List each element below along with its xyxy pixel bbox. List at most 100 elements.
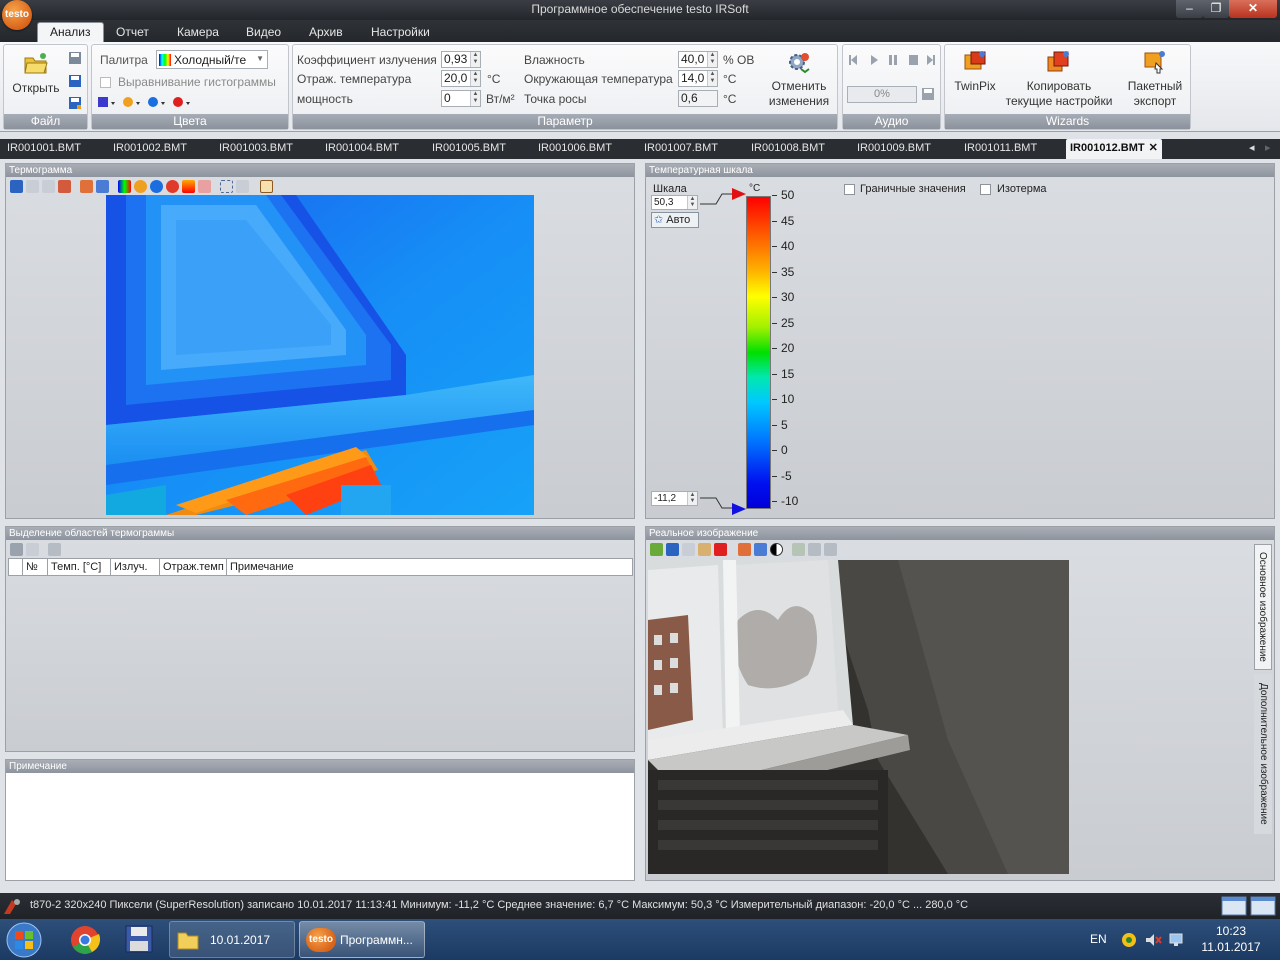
refl-temp-input[interactable]: 20,0 ▲ ▼ — [441, 70, 481, 87]
cold-spot-icon[interactable] — [150, 180, 163, 193]
point-icon[interactable] — [166, 180, 179, 193]
col-temperature[interactable]: Темп. [°C] — [48, 559, 111, 575]
note-textarea[interactable] — [8, 775, 632, 878]
histogram-checkbox[interactable] — [100, 77, 111, 88]
hot-spot-icon[interactable] — [134, 180, 147, 193]
spin-arrows-icon[interactable]: ▲ ▼ — [470, 71, 480, 86]
close-tab-icon[interactable]: ✕ — [1149, 142, 1158, 154]
isotherm-checkbox[interactable] — [980, 184, 991, 195]
save-icon[interactable] — [68, 51, 82, 65]
color-tools-icons[interactable] — [96, 95, 204, 109]
twinpix-button[interactable]: TwinPix — [949, 49, 1001, 94]
ambient-input[interactable]: 14,0 ▲ ▼ — [678, 70, 718, 87]
zoom-out-icon[interactable] — [808, 543, 821, 556]
file-tab[interactable]: IR001002.BMT — [113, 139, 187, 159]
audio-controls-icons[interactable] — [847, 53, 937, 67]
update-icon[interactable] — [1120, 931, 1138, 949]
file-tab[interactable]: IR001004.BMT — [325, 139, 399, 159]
marker-icon[interactable] — [738, 543, 751, 556]
tab-extra-image[interactable]: Дополнительное изображение — [1254, 674, 1272, 834]
scale-min-input[interactable]: -11,2 ▲ ▼ — [651, 491, 698, 506]
spin-arrows-icon[interactable]: ▲ ▼ — [470, 52, 480, 67]
col-note[interactable]: Примечание — [227, 559, 632, 575]
zoom-in-icon[interactable] — [792, 543, 805, 556]
undo-changes-button[interactable]: Отменить изменения — [763, 49, 835, 109]
profile-icon[interactable] — [198, 180, 211, 193]
delete-icon[interactable] — [48, 543, 61, 556]
col-emissivity[interactable]: Излуч. — [111, 559, 160, 575]
tab-video[interactable]: Видео — [234, 24, 293, 42]
col-refl-temp[interactable]: Отраж.темп — [160, 559, 227, 575]
limits-checkbox[interactable] — [844, 184, 855, 195]
file-tab-active[interactable]: IR001012.BMT ✕ — [1066, 139, 1162, 159]
spin-arrows-icon[interactable]: ▲ ▼ — [707, 52, 717, 67]
file-tab[interactable]: IR001006.BMT — [538, 139, 612, 159]
file-tab[interactable]: IR001003.BMT — [219, 139, 293, 159]
emissivity-input[interactable]: 0,93 ▲ ▼ — [441, 51, 481, 68]
batch-export-button[interactable]: Пакетный экспорт — [1121, 49, 1189, 109]
copy-icon[interactable] — [26, 543, 39, 556]
file-tab[interactable]: IR001005.BMT — [432, 139, 506, 159]
volume-muted-icon[interactable] — [1144, 931, 1162, 949]
spin-arrows-icon[interactable]: ▲ ▼ — [707, 71, 717, 86]
humidity-input[interactable]: 40,0 ▲ ▼ — [678, 51, 718, 68]
real-photo[interactable] — [648, 560, 1069, 874]
grid-icon[interactable] — [260, 180, 273, 193]
save-icon[interactable] — [666, 543, 679, 556]
save-all-icon[interactable] — [68, 96, 82, 110]
save-icon[interactable] — [10, 543, 23, 556]
spin-arrows-icon[interactable]: ▲ ▼ — [687, 196, 697, 209]
delete-icon[interactable] — [714, 543, 727, 556]
area-icon[interactable] — [754, 543, 767, 556]
file-tab[interactable]: IR001007.BMT — [644, 139, 718, 159]
start-button-icon[interactable] — [4, 920, 44, 960]
window-layout-icon[interactable] — [1221, 895, 1247, 917]
tab-camera[interactable]: Камера — [165, 24, 231, 42]
print-icon[interactable] — [42, 180, 55, 193]
fit-icon[interactable] — [824, 543, 837, 556]
close-button[interactable]: ✕ — [1229, 0, 1277, 18]
spin-arrows-icon[interactable]: ▲ ▼ — [470, 91, 480, 106]
tab-main-image[interactable]: Основное изображение — [1254, 544, 1272, 670]
file-tab[interactable]: IR001009.BMT — [857, 139, 931, 159]
delete-icon[interactable] — [236, 180, 249, 193]
chrome-icon[interactable] — [68, 923, 102, 957]
copy-icon[interactable] — [682, 543, 695, 556]
copy-icon[interactable] — [26, 180, 39, 193]
save-as-icon[interactable] — [68, 74, 82, 88]
file-tab[interactable]: IR001008.BMT — [751, 139, 825, 159]
tab-archive[interactable]: Архив — [297, 24, 355, 42]
thermogram-image[interactable] — [106, 195, 534, 515]
tab-report[interactable]: Отчет — [104, 24, 161, 42]
power-input[interactable]: 0 ▲ ▼ — [441, 90, 481, 107]
select-icon[interactable] — [220, 180, 233, 193]
save-icon[interactable] — [10, 180, 23, 193]
tabs-scroll-left-icon[interactable]: ◂ — [1249, 141, 1255, 154]
window-layout-icon[interactable] — [1250, 895, 1276, 917]
minimize-button[interactable]: – — [1176, 0, 1203, 18]
contrast-icon[interactable] — [770, 543, 783, 556]
palette-select[interactable]: Холодный/те ▼ — [156, 50, 268, 69]
col-number[interactable]: № — [23, 559, 48, 575]
min-marker-icon[interactable] — [732, 502, 748, 516]
taskbar-folder-button[interactable]: 10.01.2017 — [169, 921, 295, 958]
marker-icon[interactable] — [80, 180, 93, 193]
file-tab[interactable]: IR001001.BMT — [7, 139, 81, 159]
auto-button[interactable]: ✩ Авто — [651, 212, 699, 228]
tab-analysis[interactable]: Анализ — [37, 22, 104, 42]
scale-max-input[interactable]: 50,3 ▲ ▼ — [651, 195, 698, 210]
histogram-icon[interactable] — [182, 180, 195, 193]
testo-logo[interactable]: testo — [2, 0, 32, 30]
palette-icon[interactable] — [118, 180, 131, 193]
spin-arrows-icon[interactable]: ▲ ▼ — [687, 492, 697, 505]
file-tab[interactable]: IR001011.BMT — [964, 139, 1037, 159]
network-icon[interactable] — [1168, 931, 1186, 949]
export-icon[interactable] — [58, 180, 71, 193]
copy-settings-button[interactable]: Копировать текущие настройки — [1003, 49, 1115, 109]
open-icon[interactable] — [650, 543, 663, 556]
area-icon[interactable] — [96, 180, 109, 193]
tab-settings[interactable]: Настройки — [359, 24, 442, 42]
language-indicator[interactable]: EN — [1090, 932, 1107, 946]
paste-icon[interactable] — [698, 543, 711, 556]
audio-save-icon[interactable] — [921, 87, 935, 101]
